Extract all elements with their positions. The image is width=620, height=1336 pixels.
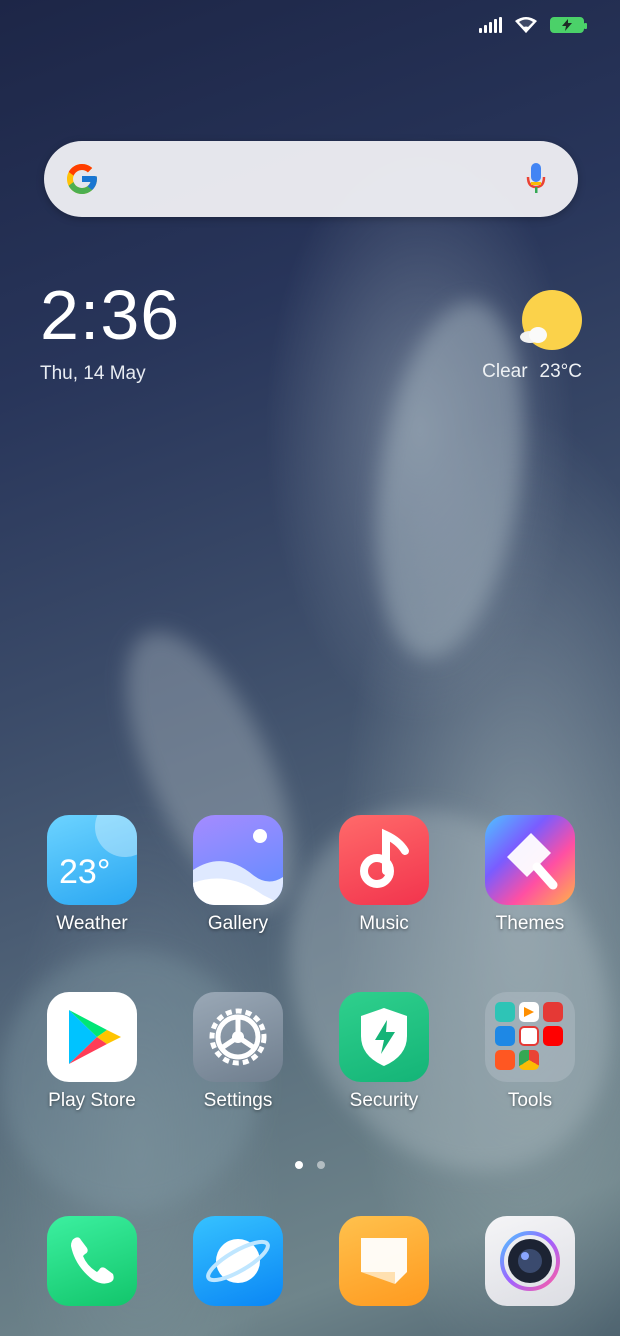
app-label: Tools xyxy=(507,1090,553,1111)
status-bar xyxy=(479,16,587,34)
app-label: Security xyxy=(349,1090,419,1111)
themes-icon xyxy=(485,815,575,905)
camera-icon xyxy=(485,1216,575,1306)
tools-folder-icon xyxy=(485,992,575,1082)
dock-phone[interactable] xyxy=(32,1216,152,1306)
clock-time[interactable]: 2:36 xyxy=(40,280,180,350)
weather-condition: Clear xyxy=(482,361,528,382)
dock-messages[interactable] xyxy=(324,1216,444,1306)
google-g-icon xyxy=(67,164,97,194)
app-label: Weather xyxy=(56,913,128,934)
signal-icon xyxy=(479,17,502,33)
dock-browser[interactable] xyxy=(178,1216,298,1306)
app-tools-folder[interactable]: Tools xyxy=(470,992,590,1112)
app-label: Music xyxy=(359,913,409,934)
dock-camera[interactable] xyxy=(470,1216,590,1306)
app-label: Play Store xyxy=(48,1090,136,1111)
security-icon xyxy=(339,992,429,1082)
app-music[interactable]: Music xyxy=(324,815,444,935)
messages-icon xyxy=(339,1216,429,1306)
weather-icon: 23° xyxy=(47,815,137,905)
cloud-icon xyxy=(520,327,547,343)
phone-icon xyxy=(47,1216,137,1306)
browser-icon xyxy=(193,1216,283,1306)
page-dot-1[interactable] xyxy=(295,1161,303,1169)
mic-icon[interactable] xyxy=(526,163,546,195)
weather-summary[interactable]: Clear 23°C xyxy=(482,361,582,383)
weather-icon-temp: 23° xyxy=(59,853,111,891)
wifi-icon xyxy=(515,17,537,33)
app-label: Gallery xyxy=(207,913,269,934)
clock-date: Thu, 14 May xyxy=(40,363,146,384)
google-search-bar[interactable] xyxy=(44,141,578,217)
music-icon xyxy=(339,815,429,905)
app-weather[interactable]: 23° Weather xyxy=(32,815,152,935)
gallery-icon xyxy=(193,815,283,905)
play-store-icon xyxy=(47,992,137,1082)
settings-icon xyxy=(193,992,283,1082)
app-settings[interactable]: Settings xyxy=(178,992,298,1112)
app-themes[interactable]: Themes xyxy=(470,815,590,935)
weather-temperature: 23°C xyxy=(539,361,582,382)
app-gallery[interactable]: Gallery xyxy=(178,815,298,935)
page-dot-2[interactable] xyxy=(317,1161,325,1169)
battery-charging-icon xyxy=(550,17,587,33)
app-label: Themes xyxy=(495,913,565,934)
app-security[interactable]: Security xyxy=(324,992,444,1112)
app-play-store[interactable]: Play Store xyxy=(32,992,152,1112)
page-indicator[interactable] xyxy=(295,1161,325,1169)
app-label: Settings xyxy=(203,1090,273,1111)
